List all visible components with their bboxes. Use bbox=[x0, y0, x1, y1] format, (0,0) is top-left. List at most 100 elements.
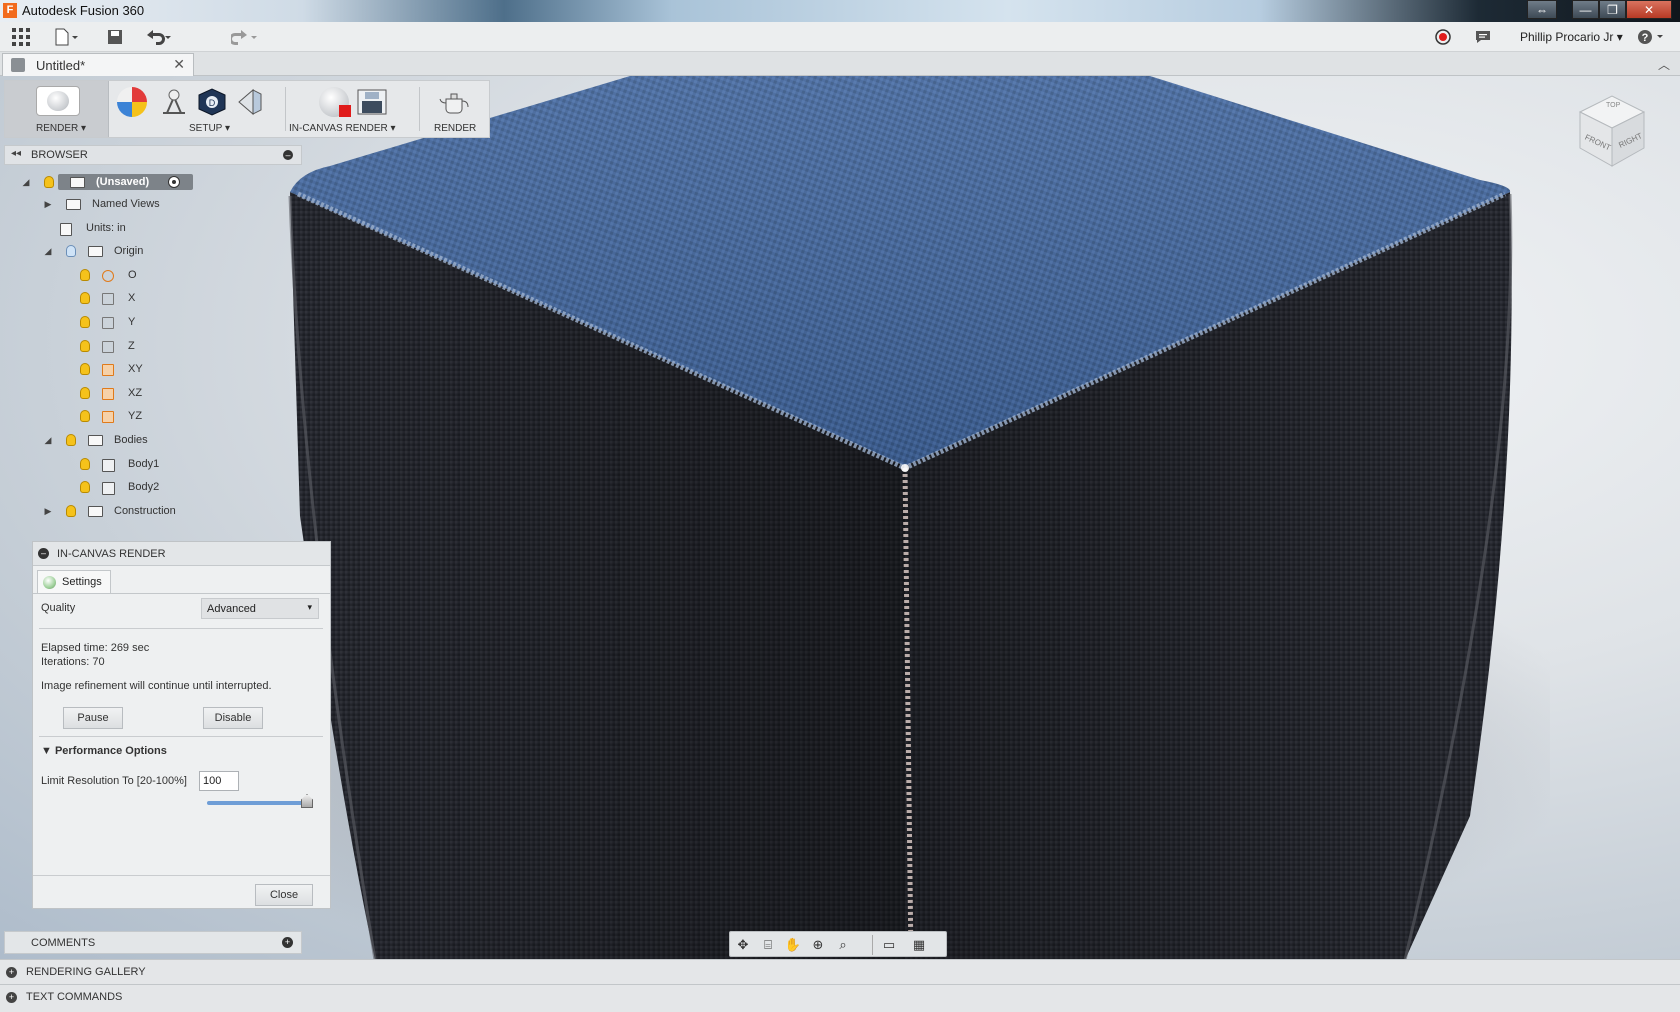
in-canvas-render-label[interactable]: IN-CANVAS RENDER ▾ bbox=[289, 123, 396, 134]
minimize-button[interactable]: — bbox=[1572, 0, 1599, 19]
disable-button[interactable]: Disable bbox=[203, 707, 263, 729]
browser-item-y-axis[interactable]: Y bbox=[18, 312, 278, 332]
axis-icon bbox=[102, 340, 114, 353]
collapsed-triangle-icon[interactable]: ▶ bbox=[42, 198, 54, 210]
browser-item-units[interactable]: Units: in bbox=[18, 218, 278, 238]
quality-select[interactable]: Advanced ▾ bbox=[201, 598, 319, 619]
comment-icon[interactable] bbox=[1472, 22, 1494, 52]
visibility-bulb-icon[interactable] bbox=[80, 339, 90, 352]
browser-header[interactable]: ◂◂ BROWSER – bbox=[4, 145, 302, 165]
limit-resolution-input[interactable]: 100 bbox=[199, 771, 239, 791]
display-settings-icon[interactable]: ▭ bbox=[880, 936, 898, 954]
collapse-browser-icon[interactable]: ◂◂ bbox=[11, 148, 21, 159]
browser-item-yz-plane[interactable]: YZ bbox=[18, 406, 278, 426]
in-canvas-render-icon[interactable] bbox=[319, 87, 351, 117]
visibility-bulb-icon[interactable] bbox=[80, 268, 90, 281]
teapot-render-icon[interactable] bbox=[438, 87, 472, 117]
activate-radio-icon[interactable] bbox=[168, 176, 180, 188]
render-label[interactable]: RENDER bbox=[434, 123, 476, 134]
texture-map-icon[interactable] bbox=[233, 87, 267, 117]
visibility-bulb-icon[interactable] bbox=[80, 481, 90, 494]
browser-item-origin[interactable]: ◢ Origin bbox=[18, 241, 278, 261]
visibility-bulb-icon[interactable] bbox=[80, 292, 90, 305]
refinement-note: Image refinement will continue until int… bbox=[41, 680, 272, 692]
performance-options-title: Performance Options bbox=[54, 745, 167, 757]
browser-item-body1[interactable]: Body1 bbox=[18, 454, 278, 474]
browser-item-xz-plane[interactable]: XZ bbox=[18, 383, 278, 403]
decal-icon[interactable]: D bbox=[195, 87, 229, 117]
browser-item-bodies[interactable]: ◢ Bodies bbox=[18, 430, 278, 450]
appearance-icon[interactable] bbox=[117, 87, 147, 117]
undo-icon[interactable] bbox=[144, 22, 174, 52]
visibility-bulb-icon[interactable] bbox=[66, 245, 76, 258]
browser-item-origin-point[interactable]: O bbox=[18, 265, 278, 285]
pause-button[interactable]: Pause bbox=[63, 707, 123, 729]
visibility-bulb-icon[interactable] bbox=[44, 176, 54, 188]
body-icon bbox=[102, 458, 115, 472]
apps-grid-icon[interactable] bbox=[10, 22, 32, 52]
visibility-bulb-icon[interactable] bbox=[80, 386, 90, 399]
visibility-bulb-icon[interactable] bbox=[80, 363, 90, 376]
save-icon[interactable] bbox=[104, 22, 126, 52]
visibility-bulb-icon[interactable] bbox=[66, 504, 76, 517]
close-tab-icon[interactable]: ✕ bbox=[173, 56, 185, 73]
workspace-switcher-button[interactable]: RENDER ▾ bbox=[5, 81, 109, 137]
browser-item-x-axis[interactable]: X bbox=[18, 288, 278, 308]
expanded-triangle-icon[interactable]: ◢ bbox=[42, 434, 54, 446]
expanded-triangle-icon[interactable]: ◢ bbox=[20, 176, 32, 188]
expanded-triangle-icon[interactable]: ◢ bbox=[42, 245, 54, 257]
capture-image-icon[interactable] bbox=[355, 87, 389, 117]
dialog-header[interactable]: – IN-CANVAS RENDER bbox=[33, 542, 330, 566]
visibility-bulb-icon[interactable] bbox=[66, 434, 76, 446]
expand-plus-icon[interactable]: + bbox=[6, 967, 17, 978]
performance-options-toggle[interactable]: ▼ Performance Options bbox=[41, 745, 167, 757]
setup-label[interactable]: SETUP ▾ bbox=[189, 123, 230, 134]
restore-size-button[interactable]: ⇔ bbox=[1527, 0, 1557, 19]
collapse-dialog-icon[interactable]: – bbox=[38, 548, 49, 559]
tab-settings[interactable]: Settings bbox=[37, 570, 111, 594]
visibility-bulb-icon[interactable] bbox=[80, 316, 90, 328]
component-icon bbox=[70, 177, 85, 188]
limit-resolution-slider-thumb[interactable] bbox=[301, 794, 313, 808]
comments-panel-header[interactable]: COMMENTS + bbox=[4, 931, 302, 954]
browser-item-named-views[interactable]: ▶ Named Views bbox=[18, 194, 278, 214]
visibility-bulb-icon[interactable] bbox=[80, 457, 90, 470]
fit-zoom-icon[interactable]: ⌕ bbox=[834, 936, 852, 954]
nav-divider bbox=[872, 935, 873, 955]
render-ribbon: RENDER ▾ D SETUP ▾ IN-CANVAS RENDER ▾ RE… bbox=[4, 80, 490, 138]
add-comment-icon[interactable]: + bbox=[282, 937, 293, 948]
browser-item-label: XZ bbox=[128, 386, 143, 399]
pan-hand-icon[interactable]: ✋ bbox=[784, 936, 802, 954]
help-icon[interactable]: ? bbox=[1636, 22, 1668, 52]
orbit-icon[interactable]: ✥ bbox=[734, 936, 752, 954]
browser-root-row[interactable]: ◢ (Unsaved) bbox=[18, 172, 193, 192]
browser-item-xy-plane[interactable]: XY bbox=[18, 359, 278, 379]
viewcube[interactable]: TOP FRONT RIGHT bbox=[1572, 90, 1652, 170]
browser-item-z-axis[interactable]: Z bbox=[18, 336, 278, 356]
browser-minimize-icon[interactable]: – bbox=[283, 150, 293, 160]
close-window-button[interactable]: ✕ bbox=[1626, 0, 1672, 19]
document-tab[interactable]: Untitled* ✕ bbox=[2, 53, 194, 76]
look-at-icon[interactable]: ⌸ bbox=[759, 936, 777, 954]
zoom-icon[interactable]: ⊕ bbox=[809, 936, 827, 954]
grid-settings-icon[interactable]: ▦ bbox=[910, 936, 928, 954]
collapse-chevron-icon[interactable]: ︿ bbox=[1658, 56, 1670, 73]
record-icon[interactable] bbox=[1432, 22, 1454, 52]
close-button[interactable]: Close bbox=[255, 884, 313, 906]
collapsed-triangle-icon[interactable]: ▶ bbox=[42, 505, 54, 517]
browser-item-construction[interactable]: ▶ Construction bbox=[18, 501, 278, 521]
expand-plus-icon[interactable]: + bbox=[6, 992, 17, 1003]
maximize-button[interactable]: ❐ bbox=[1599, 0, 1626, 19]
browser-item-body2[interactable]: Body2 bbox=[18, 477, 278, 497]
redo-icon[interactable] bbox=[229, 22, 260, 52]
user-name: Phillip Procario Jr bbox=[1520, 30, 1614, 44]
browser-item-label: XY bbox=[128, 363, 143, 376]
rendering-gallery-bar[interactable]: + RENDERING GALLERY bbox=[0, 959, 1680, 984]
user-menu[interactable]: Phillip Procario Jr ▾ bbox=[1520, 30, 1623, 44]
scene-settings-icon[interactable] bbox=[157, 87, 191, 117]
file-menu-icon[interactable] bbox=[52, 22, 82, 52]
root-label: (Unsaved) bbox=[96, 176, 150, 188]
visibility-bulb-icon[interactable] bbox=[80, 410, 90, 423]
limit-resolution-slider-track[interactable] bbox=[207, 801, 307, 805]
text-commands-bar[interactable]: + TEXT COMMANDS bbox=[0, 984, 1680, 1012]
